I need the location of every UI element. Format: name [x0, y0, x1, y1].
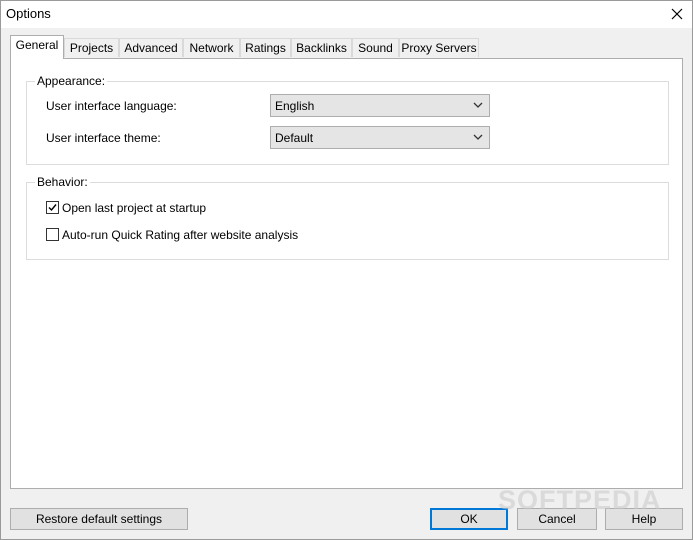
auto-run-quick-rating-checkbox[interactable] [46, 228, 59, 241]
tab-label: Ratings [245, 41, 286, 55]
language-label: User interface language: [46, 99, 177, 113]
appearance-group: Appearance: User interface language: Eng… [26, 74, 669, 165]
tab-proxy-servers[interactable]: Proxy Servers [399, 38, 479, 57]
tab-label: Backlinks [296, 41, 347, 55]
title-bar: Options [1, 1, 692, 28]
tab-ratings[interactable]: Ratings [240, 38, 291, 57]
chevron-down-icon [473, 102, 483, 108]
tab-general[interactable]: General [10, 35, 64, 59]
tab-projects[interactable]: Projects [64, 38, 119, 57]
tab-label: Sound [358, 41, 393, 55]
checkmark-icon [48, 204, 57, 212]
softpedia-watermark: SOFTPEDIA [498, 485, 662, 515]
tab-network[interactable]: Network [183, 38, 240, 57]
behavior-group: Behavior: Open last project at startup A… [26, 175, 669, 260]
theme-label: User interface theme: [46, 131, 161, 145]
chevron-down-icon [473, 134, 483, 140]
auto-run-quick-rating-label[interactable]: Auto-run Quick Rating after website anal… [62, 228, 298, 242]
close-icon [671, 8, 683, 20]
language-value: English [275, 99, 315, 113]
tab-advanced[interactable]: Advanced [119, 38, 183, 57]
tab-label: Advanced [124, 41, 178, 55]
tab-label: Projects [69, 41, 114, 55]
options-dialog: Options General Projects Advanced Networ… [0, 0, 693, 540]
theme-select[interactable]: Default [270, 126, 490, 149]
general-tab-panel: Appearance: User interface language: Eng… [10, 58, 683, 489]
open-last-project-checkbox[interactable] [46, 201, 59, 214]
close-button[interactable] [665, 3, 689, 25]
tab-label: General [15, 38, 59, 52]
tab-sound[interactable]: Sound [352, 38, 399, 57]
tab-label: Proxy Servers [401, 41, 477, 55]
restore-defaults-button[interactable]: Restore default settings [10, 508, 188, 530]
appearance-legend: Appearance: [35, 74, 108, 88]
ok-button[interactable]: OK [430, 508, 508, 530]
theme-value: Default [275, 131, 314, 145]
tab-label: Network [189, 41, 234, 55]
open-last-project-label[interactable]: Open last project at startup [62, 201, 206, 215]
window-title: Options [6, 6, 51, 21]
tab-backlinks[interactable]: Backlinks [291, 38, 352, 57]
behavior-legend: Behavior: [35, 175, 90, 189]
language-select[interactable]: English [270, 94, 490, 117]
